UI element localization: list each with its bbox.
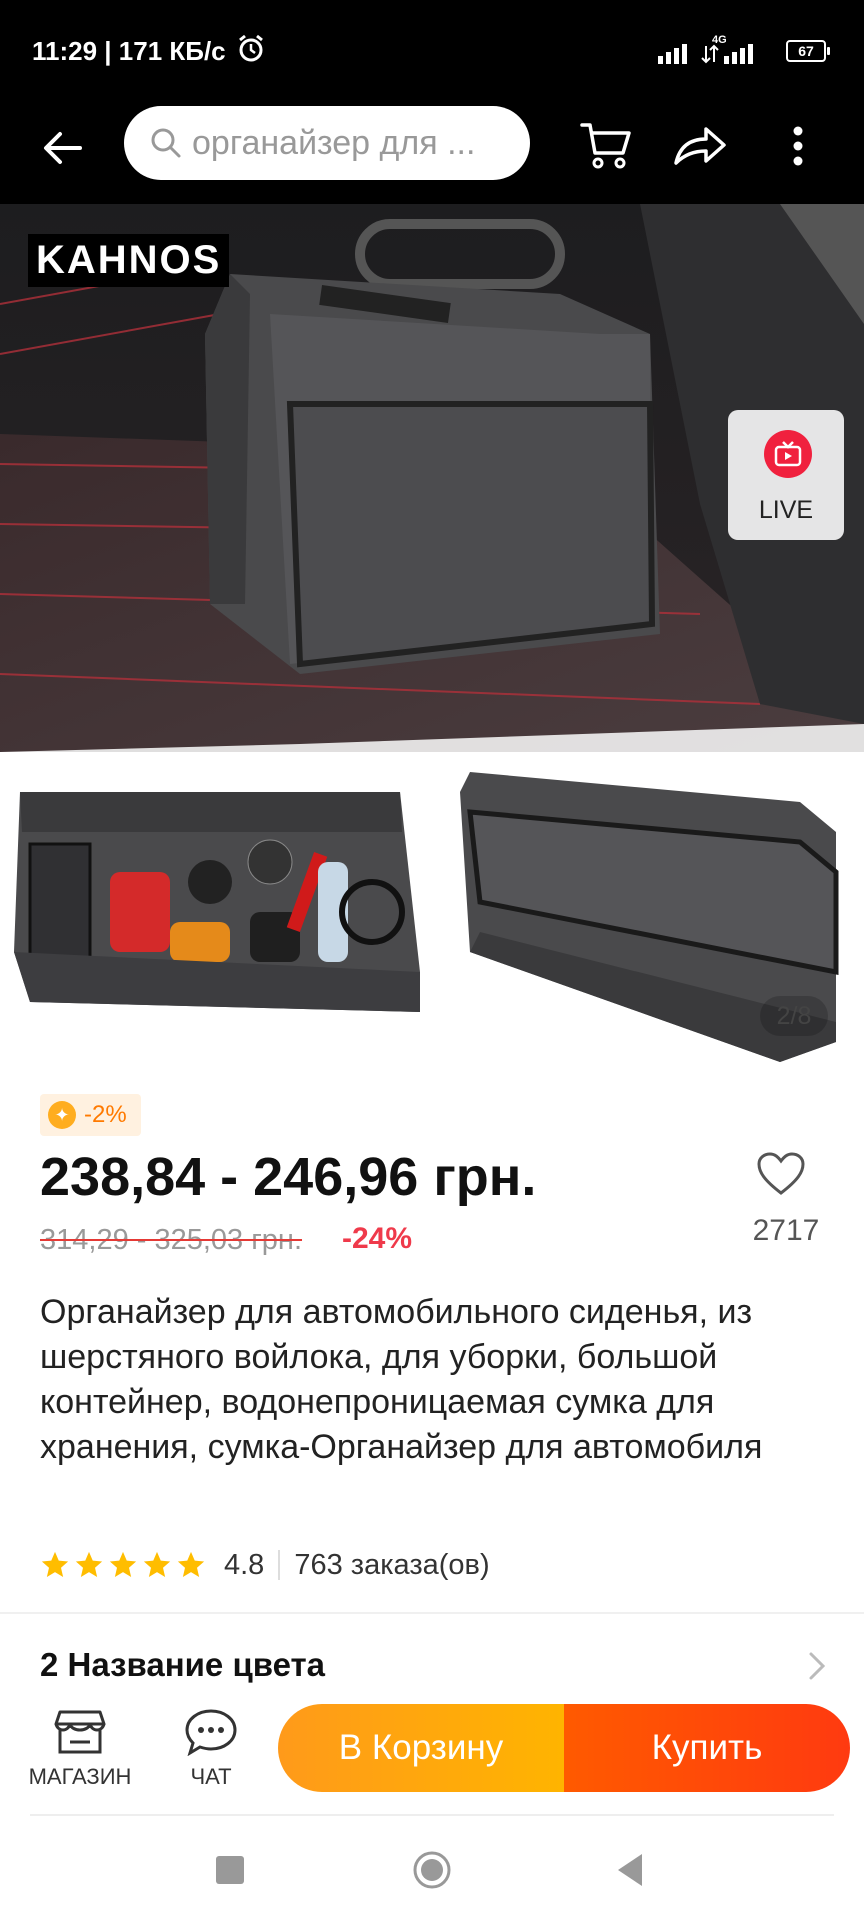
- coin-discount-badge: ✦ -2%: [40, 1094, 141, 1136]
- store-icon: [54, 1710, 106, 1754]
- chat-label: ЧАТ: [190, 1764, 232, 1789]
- add-to-cart-button[interactable]: В Корзину: [278, 1704, 564, 1792]
- system-nav-bar: [0, 1820, 864, 1920]
- back-button[interactable]: [30, 116, 94, 180]
- chevron-right-icon[interactable]: [806, 1650, 828, 1682]
- signal-icon: [658, 44, 753, 64]
- coin-star-icon: ✦: [48, 1101, 76, 1129]
- status-bar: 11:29 | 171 КБ/с 4G 67: [0, 0, 864, 100]
- app-header: органайзер для ...: [0, 100, 864, 204]
- favorites-count: 2717: [752, 1214, 820, 1247]
- heart-icon: [757, 1152, 805, 1195]
- star-icon: [75, 1551, 103, 1577]
- cart-button[interactable]: [574, 114, 638, 178]
- product-title: Органайзер для автомобильного сиденья, и…: [40, 1293, 763, 1466]
- old-price: 314,29 - 325,03 грн.: [40, 1224, 303, 1256]
- recents-icon[interactable]: [216, 1856, 244, 1884]
- image-counter: 2/8: [760, 996, 828, 1036]
- star-icon: [143, 1551, 171, 1577]
- buy-now-button[interactable]: Купить: [564, 1704, 850, 1792]
- alarm-icon: [239, 34, 263, 62]
- badge-text: -2%: [84, 1101, 127, 1128]
- nav-divider: [30, 1814, 834, 1816]
- product-gallery[interactable]: [0, 752, 864, 1070]
- rating-stars: [40, 1550, 206, 1580]
- chat-bubble-icon: [185, 1709, 237, 1756]
- more-menu-button[interactable]: [766, 114, 830, 178]
- battery-icon: 67: [786, 40, 830, 62]
- search-query: органайзер для ...: [192, 123, 476, 162]
- bottom-action-bar: МАГАЗИН ЧАТ В Корзину Купить: [0, 1694, 864, 1814]
- orders-count: 763 заказа(ов): [294, 1548, 490, 1581]
- live-button[interactable]: LIVE: [728, 410, 844, 540]
- divider: [278, 1550, 281, 1580]
- product-image-main[interactable]: KAHNOS LIVE: [0, 204, 864, 752]
- favorite-button[interactable]: [756, 1152, 812, 1202]
- brand-logo: KAHNOS: [28, 234, 230, 287]
- product-page: 11:29 | 171 КБ/с 4G 67 органайзер для ..…: [0, 0, 864, 1920]
- share-icon: [674, 127, 726, 165]
- live-tv-icon: [764, 430, 812, 478]
- color-variant-selector[interactable]: 2 Название цвета: [40, 1646, 325, 1684]
- star-icon: [41, 1551, 69, 1577]
- back-triangle-icon[interactable]: [614, 1852, 644, 1888]
- chat-button[interactable]: ЧАТ: [166, 1708, 256, 1808]
- rating-value: 4.8: [224, 1548, 265, 1581]
- store-label: МАГАЗИН: [28, 1764, 132, 1789]
- rating-row[interactable]: 4.8 763 заказа(ов): [40, 1544, 490, 1586]
- cart-icon: [580, 123, 631, 169]
- network-type: 4G: [712, 34, 727, 46]
- share-button[interactable]: [668, 114, 732, 178]
- search-input[interactable]: органайзер для ...: [124, 106, 530, 180]
- more-vertical-icon: [793, 126, 803, 166]
- gallery-photos: [0, 752, 864, 1070]
- status-time: 11:29 | 171 КБ/с: [32, 36, 226, 66]
- live-label: LIVE: [758, 496, 814, 524]
- star-icon: [109, 1551, 137, 1577]
- star-icon: [177, 1551, 205, 1577]
- price-range: 238,84 - 246,96 грн.: [40, 1147, 537, 1207]
- section-divider: [0, 1612, 864, 1614]
- store-button[interactable]: МАГАЗИН: [18, 1708, 142, 1808]
- discount-percent: -24%: [342, 1222, 413, 1255]
- search-icon: [151, 128, 181, 158]
- arrow-left-icon: [44, 132, 82, 164]
- home-icon[interactable]: [412, 1850, 452, 1890]
